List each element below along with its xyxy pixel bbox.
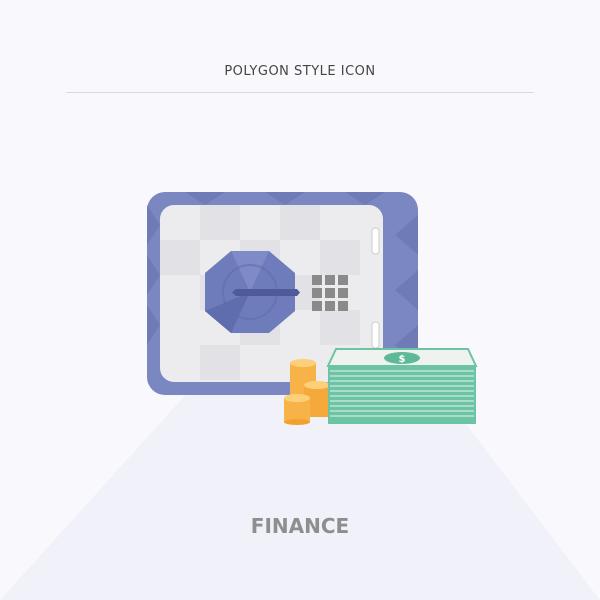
category-label: FINANCE: [250, 514, 350, 538]
banknote-stack: $: [326, 348, 478, 424]
keypad: [312, 275, 348, 311]
safe-illustration: $: [0, 192, 600, 600]
dollar-sign: $: [399, 354, 406, 365]
handle: [232, 289, 300, 296]
hinge-top: [371, 227, 380, 255]
hinge-bottom: [371, 321, 380, 349]
